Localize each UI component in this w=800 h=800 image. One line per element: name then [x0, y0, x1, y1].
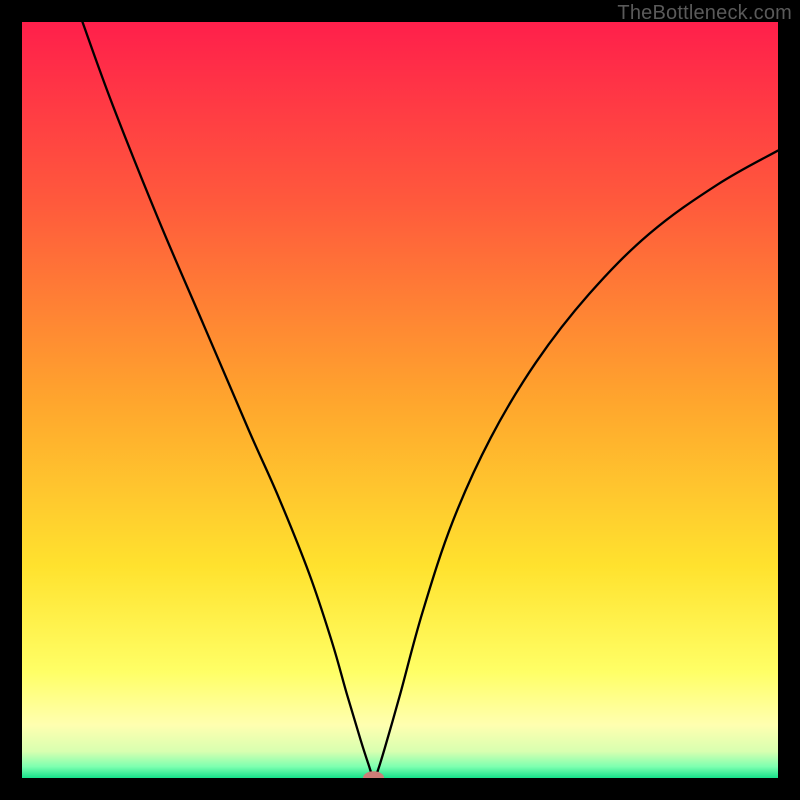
plot-svg — [22, 22, 778, 778]
watermark-text: TheBottleneck.com — [617, 2, 792, 25]
gradient-background — [22, 22, 778, 778]
plot-area — [22, 22, 778, 778]
chart-frame: TheBottleneck.com — [0, 0, 800, 800]
